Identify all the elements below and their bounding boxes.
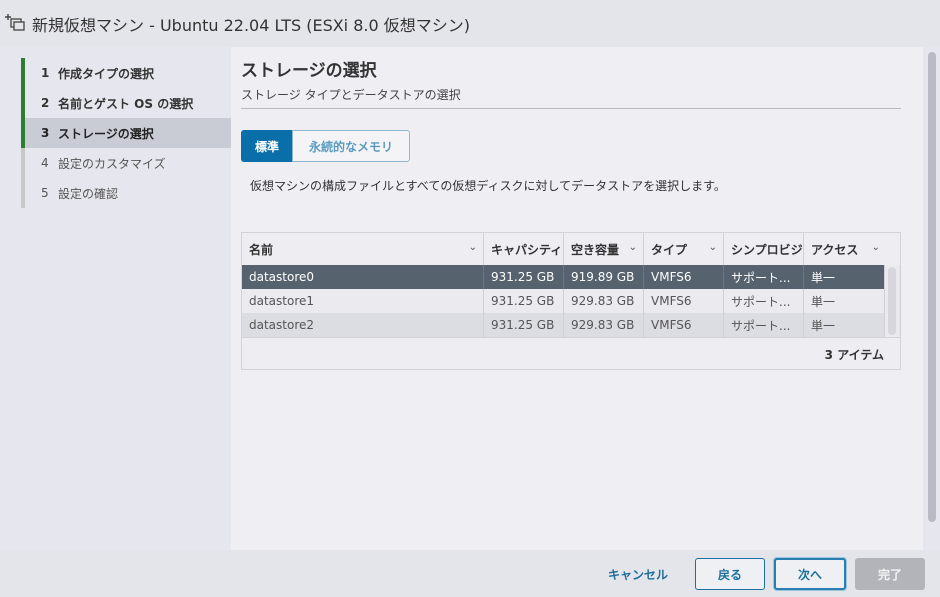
column-header-label: 名前 [249, 242, 274, 257]
table-row[interactable]: datastore1 931.25 GB 929.83 GB VMFS6 サポー… [242, 289, 884, 313]
table-row[interactable]: datastore0 931.25 GB 919.89 GB VMFS6 サポー… [242, 265, 884, 289]
cell-free-space: 919.89 GB [564, 265, 644, 289]
step-number: 1 [41, 66, 50, 80]
column-header-label: シンプロビジ [731, 242, 803, 257]
step-1[interactable]: 1 作成タイプの選択 [21, 58, 231, 88]
step-5: 5 設定の確認 [21, 178, 231, 208]
step-label: 作成タイプの選択 [58, 66, 155, 81]
back-button[interactable]: 戻る [695, 558, 765, 590]
panel-scrollbar-thumb[interactable] [928, 52, 936, 522]
cell-type: VMFS6 [644, 265, 724, 289]
chevron-down-icon[interactable]: ⌄ [872, 242, 880, 253]
step-number: 5 [41, 186, 49, 200]
column-header-name[interactable]: 名前 ⌄ [242, 233, 484, 265]
grid-scrollbar-thumb[interactable] [888, 267, 896, 335]
table-row[interactable]: datastore2 931.25 GB 929.83 GB VMFS6 サポー… [242, 313, 884, 337]
column-header-free-space[interactable]: 空き容量 ⌄ [564, 233, 644, 265]
cell-capacity: 931.25 GB [484, 313, 564, 337]
cell-free-space: 929.83 GB [564, 289, 644, 313]
cell-thin-provisioning: サポート... [724, 313, 804, 337]
step-label: ストレージの選択 [58, 126, 154, 141]
title-bar: 新規仮想マシン - Ubuntu 22.04 LTS (ESXi 8.0 仮想マ… [0, 0, 940, 47]
step-3[interactable]: 3 ストレージの選択 [21, 118, 231, 148]
column-header-label: 空き容量 [571, 242, 620, 257]
column-header-label: タイプ [651, 242, 688, 257]
chevron-down-icon[interactable]: ⌄ [629, 242, 637, 253]
window-title: 新規仮想マシン - Ubuntu 22.04 LTS (ESXi 8.0 仮想マ… [32, 16, 470, 35]
cell-name: datastore2 [242, 313, 484, 337]
description-text: 仮想マシンの構成ファイルとすべての仮想ディスクに対してデータストアを選択します。 [250, 179, 726, 193]
column-header-access[interactable]: アクセス ⌄ [804, 233, 900, 265]
column-header-type[interactable]: タイプ ⌄ [644, 233, 724, 265]
column-header-capacity[interactable]: キャパシティ [484, 233, 564, 265]
cell-thin-provisioning: サポート... [724, 265, 804, 289]
step-4: 4 設定のカスタマイズ [21, 148, 231, 178]
cell-access: 単一 [811, 270, 836, 285]
step-label: 名前とゲスト OS の選択 [58, 96, 194, 111]
cell-name: datastore1 [242, 289, 484, 313]
page-title: ストレージの選択 [241, 61, 377, 81]
cell-free-space: 929.83 GB [564, 313, 644, 337]
cancel-button[interactable]: キャンセル [600, 558, 676, 590]
finish-button: 完了 [855, 558, 925, 590]
cell-access: 単一 [811, 294, 836, 309]
step-number: 4 [41, 156, 49, 170]
step-number: 3 [41, 126, 50, 140]
column-header-label: アクセス [811, 242, 859, 257]
step-number: 2 [41, 96, 50, 110]
chevron-down-icon[interactable]: ⌄ [469, 242, 477, 253]
chevron-down-icon[interactable]: ⌄ [709, 242, 717, 253]
next-button[interactable]: 次へ [774, 558, 846, 590]
cell-type: VMFS6 [644, 289, 724, 313]
cell-name: datastore0 [242, 265, 484, 289]
step-label: 設定のカスタマイズ [58, 156, 166, 171]
cell-type: VMFS6 [644, 313, 724, 337]
cell-thin-provisioning: サポート... [724, 289, 804, 313]
new-vm-icon [5, 14, 25, 31]
column-header-thin-provisioning[interactable]: シンプロビジ [724, 233, 804, 265]
divider [241, 108, 901, 109]
cell-capacity: 931.25 GB [484, 265, 564, 289]
page-subtitle: ストレージ タイプとデータストアの選択 [241, 88, 461, 102]
tab-standard[interactable]: 標準 [241, 130, 293, 162]
step-label: 設定の確認 [58, 186, 119, 201]
step-2[interactable]: 2 名前とゲスト OS の選択 [21, 88, 231, 118]
cell-access: 単一 [811, 318, 836, 333]
column-header-label: キャパシティ [491, 242, 563, 257]
grid-footer [242, 337, 900, 369]
grid-scrollbar[interactable] [884, 265, 899, 337]
cell-capacity: 931.25 GB [484, 289, 564, 313]
tab-persistent-memory[interactable]: 永続的なメモリ [292, 130, 410, 162]
item-count: 3 アイテム [824, 348, 884, 362]
